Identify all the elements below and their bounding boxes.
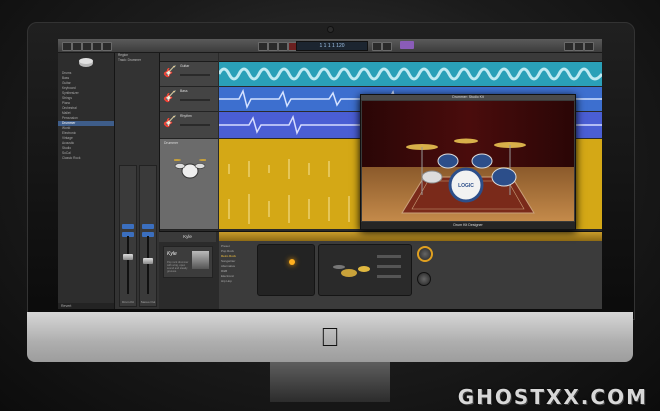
track-volume-slider[interactable] <box>180 99 210 101</box>
mixer-toggle-button[interactable] <box>102 42 112 51</box>
channel-strip-track: Drum Kit <box>119 165 137 307</box>
forward-button[interactable] <box>268 42 278 51</box>
track-header[interactable]: 🎸 Guitar <box>160 62 218 87</box>
volume-fader[interactable] <box>143 258 153 264</box>
audio-region[interactable] <box>219 62 602 86</box>
count-in-button[interactable] <box>400 41 414 49</box>
track-name: Drummer <box>164 141 179 145</box>
apple-logo-icon:  <box>317 322 343 352</box>
drum-icon <box>174 159 206 179</box>
drum-kit-designer-window: Drummer: Studio Kit LOGIC Drum Kit Desig… <box>360 94 576 230</box>
track-header-selected[interactable]: Drummer <box>160 139 218 230</box>
library-toggle-button[interactable] <box>62 42 72 51</box>
eq-button[interactable] <box>142 224 154 229</box>
inspector-toggle-button[interactable] <box>72 42 82 51</box>
strip-label: Stereo Out <box>140 300 156 304</box>
revert-button[interactable]: Revert <box>58 303 114 309</box>
timeline-ruler[interactable] <box>219 53 602 62</box>
track-name: Rhythm <box>180 114 192 118</box>
guitar-icon: 🎸 <box>163 66 177 78</box>
control-bar: 1 1 1 1 120 <box>58 39 602 53</box>
guitar-icon: 🎸 <box>163 91 177 103</box>
drum-kit-illustration <box>333 255 401 278</box>
drummer-name: Kyle <box>167 251 177 257</box>
imac-chin:  <box>27 312 633 362</box>
track-name: Guitar <box>180 64 190 68</box>
camera <box>327 26 334 33</box>
preset-item[interactable]: Hip Hop <box>221 279 253 284</box>
volume-fader[interactable] <box>123 254 133 260</box>
notepad-button[interactable] <box>574 42 584 51</box>
drummer-region-editor: Preset Pop Rock Retro Rock Songwriter Altern… <box>219 232 602 309</box>
drum-kit-view[interactable]: LOGIC <box>362 101 574 221</box>
cycle-button[interactable] <box>372 42 382 51</box>
drum-kit-stage: LOGIC <box>362 101 574 221</box>
drummer-tab[interactable]: Kyle <box>159 232 216 242</box>
track-header[interactable]: 🎸 Bass <box>160 87 218 112</box>
eq-button[interactable] <box>122 224 134 229</box>
drummer-description: Pop rock drummer with a big, open sound … <box>167 261 189 273</box>
xy-pad-puck[interactable] <box>289 259 295 265</box>
fader-track <box>147 236 149 294</box>
plugin-window-title: Drummer: Studio Kit <box>361 95 575 100</box>
drummer-card[interactable]: Kyle Pop rock drummer with a big, open s… <box>163 246 213 278</box>
channel-strip-output: Stereo Out <box>139 165 157 307</box>
tuner-button[interactable] <box>382 42 392 51</box>
toolbar-toggle-button[interactable] <box>82 42 92 51</box>
swing-knob[interactable] <box>417 272 431 286</box>
track-volume-slider[interactable] <box>180 124 210 126</box>
fills-knob[interactable] <box>417 246 433 262</box>
inspector-row[interactable]: Track: Drummer <box>115 58 159 63</box>
app-screen: 1 1 1 1 120 Drums Bass Guitar Keyboard Synth… <box>58 39 602 309</box>
imac-stand <box>270 362 390 402</box>
preset-list: Preset Pop Rock Retro Rock Songwriter Altern… <box>221 244 253 284</box>
imac-display-bezel: 1 1 1 1 120 Drums Bass Guitar Keyboard Synth… <box>27 22 635 320</box>
fader-track <box>127 236 129 294</box>
list-editors-button[interactable] <box>564 42 574 51</box>
track-header[interactable]: 🎸 Rhythm <box>160 112 218 139</box>
waveform <box>219 67 602 81</box>
drummer-editor: Kyle Kyle Pop rock drummer with a big, o… <box>159 231 602 309</box>
loop-browser-button[interactable] <box>584 42 594 51</box>
play-button[interactable] <box>278 42 288 51</box>
rewind-button[interactable] <box>258 42 268 51</box>
track-name: Bass <box>180 89 188 93</box>
track-header-bar <box>160 53 218 62</box>
drum-icon <box>79 58 93 67</box>
library-list: Drums Bass Guitar Keyboard Synthesizer String… <box>58 71 114 161</box>
track-volume-slider[interactable] <box>180 74 210 76</box>
library-header <box>58 53 114 71</box>
plugin-window-footer: Drum Kit Designer <box>361 222 575 229</box>
kit-piece-pane <box>318 244 412 296</box>
region-timeline-bar[interactable] <box>219 232 602 241</box>
lcd-display[interactable]: 1 1 1 1 120 <box>296 41 368 51</box>
drummer-avatar <box>192 251 209 269</box>
guitar-icon: 🎸 <box>163 116 177 128</box>
drum-kit-logo-text: LOGIC <box>458 183 474 189</box>
watermark: GHOSTXX.COM <box>457 385 648 409</box>
xy-pad-loud-complex[interactable] <box>257 244 315 296</box>
smart-controls-toggle-button[interactable] <box>92 42 102 51</box>
library-panel: Drums Bass Guitar Keyboard Synthesizer String… <box>58 53 115 309</box>
library-item[interactable]: Classic Rock <box>58 156 114 161</box>
strip-label: Drum Kit <box>122 300 134 304</box>
inspector-panel: Region Track: Drummer Drum Kit Stereo Ou… <box>115 53 160 309</box>
